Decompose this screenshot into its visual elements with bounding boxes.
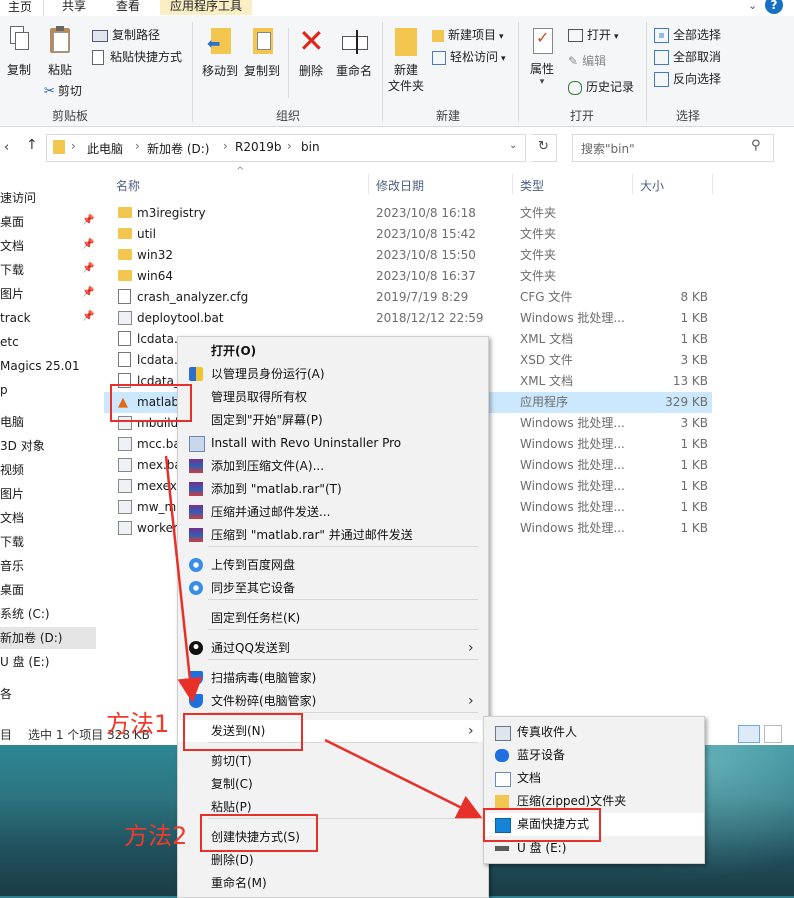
arrow-to-send-to — [164, 455, 203, 703]
annotation-arrows — [164, 455, 483, 819]
arrow-to-desktop-shortcut — [324, 738, 483, 819]
